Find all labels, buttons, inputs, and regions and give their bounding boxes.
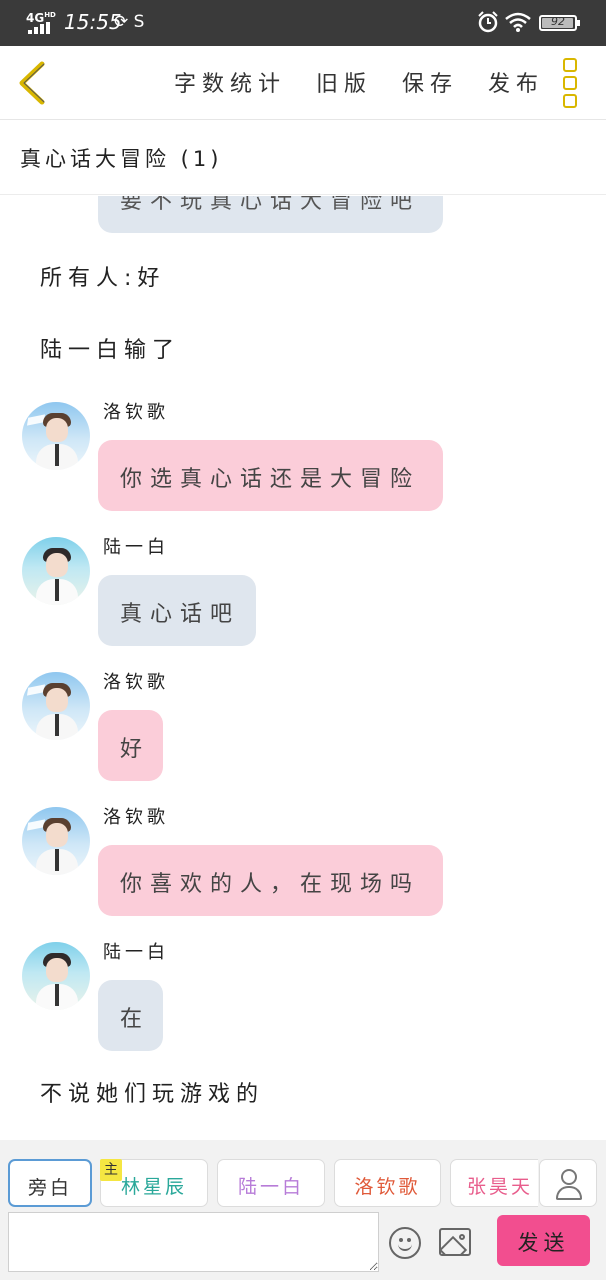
- alarm-icon: [478, 11, 498, 33]
- sender-name: 洛钦歌: [103, 807, 169, 828]
- status-bar: 4GHD 15:55 ⟳ S 92: [0, 0, 606, 46]
- chat-message: 洛钦歌 你喜欢的人，在现场吗: [0, 801, 606, 921]
- toolbar-actions: 字数统计 旧版 保存 发布: [174, 66, 544, 98]
- avatar[interactable]: [22, 672, 90, 740]
- sender-name: 洛钦歌: [103, 402, 169, 423]
- sender-name: 陆一白: [103, 537, 169, 558]
- wifi-icon: [505, 12, 531, 32]
- avatar[interactable]: [22, 402, 90, 470]
- image-icon[interactable]: [439, 1228, 471, 1256]
- chapter-title[interactable]: 真心话大冒险 (1): [0, 121, 606, 195]
- chat-message: 陆一白 真心话吧: [0, 531, 606, 651]
- narration-line: 所有人:好: [40, 266, 166, 291]
- avatar[interactable]: [22, 537, 90, 605]
- chat-bubble: 要不玩真心话大冒险吧: [98, 196, 443, 233]
- message-input[interactable]: [8, 1212, 379, 1272]
- narration-line: 陆一白输了: [40, 338, 181, 363]
- clock: 15:55: [64, 10, 122, 34]
- sender-name: 陆一白: [103, 942, 169, 963]
- more-menu-icon[interactable]: [563, 58, 581, 108]
- chat-bubble[interactable]: 在: [98, 980, 163, 1051]
- avatar[interactable]: [22, 807, 90, 875]
- chat-bubble[interactable]: 好: [98, 710, 163, 781]
- chat-message: 陆一白 在: [0, 936, 606, 1056]
- back-arrow-icon[interactable]: [14, 60, 54, 106]
- main-role-badge: 主: [100, 1159, 122, 1181]
- battery-level: 92: [551, 15, 565, 28]
- role-chip-zhanghaotian[interactable]: 张昊天: [450, 1159, 538, 1207]
- send-button[interactable]: 发送: [497, 1215, 590, 1266]
- avatar[interactable]: [22, 942, 90, 1010]
- emoji-icon[interactable]: [389, 1227, 421, 1259]
- composer-bar: 旁白 林星辰 主 陆一白 洛钦歌 张昊天 发送: [0, 1140, 606, 1280]
- role-chip-luoqinge[interactable]: 洛钦歌: [334, 1159, 441, 1207]
- signal-icon: [28, 22, 50, 34]
- role-chip-luyibai[interactable]: 陆一白: [217, 1159, 325, 1207]
- chat-message: 洛钦歌 好: [0, 666, 606, 786]
- notification-icons: ⟳ S: [114, 12, 145, 32]
- old-version-button[interactable]: 旧版: [316, 66, 372, 98]
- publish-button[interactable]: 发布: [488, 66, 544, 98]
- word-count-button[interactable]: 字数统计: [174, 66, 286, 98]
- battery-icon: 92: [539, 15, 580, 31]
- chat-content[interactable]: 要不玩真心话大冒险吧 所有人:好 陆一白输了 洛钦歌 你选真心话还是大冒险 陆一…: [0, 196, 606, 1140]
- chat-message: 洛钦歌 你选真心话还是大冒险: [0, 396, 606, 516]
- chat-bubble[interactable]: 你选真心话还是大冒险: [98, 440, 443, 511]
- role-selector: 旁白 林星辰 主 陆一白 洛钦歌 张昊天: [8, 1159, 538, 1209]
- narration-line: 不说她们玩游戏的: [40, 1082, 265, 1107]
- save-button[interactable]: 保存: [402, 66, 458, 98]
- user-icon[interactable]: [539, 1159, 597, 1207]
- role-chip-narrator[interactable]: 旁白: [8, 1159, 92, 1207]
- editor-toolbar: 字数统计 旧版 保存 发布: [0, 46, 606, 120]
- chat-bubble[interactable]: 你喜欢的人，在现场吗: [98, 845, 443, 916]
- sender-name: 洛钦歌: [103, 672, 169, 693]
- chat-bubble[interactable]: 真心话吧: [98, 575, 256, 646]
